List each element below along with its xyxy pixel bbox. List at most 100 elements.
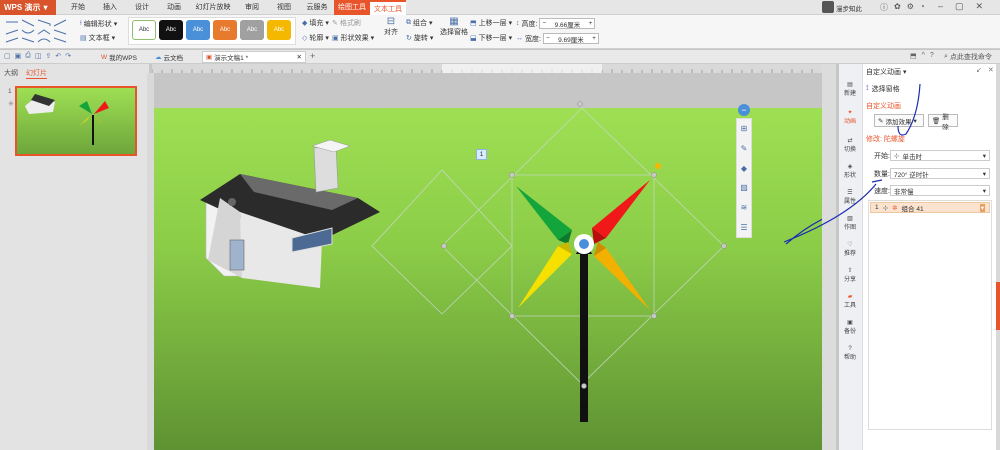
search-icon: ⌕ xyxy=(944,53,948,60)
edit-shape-icon: ⟊ xyxy=(80,20,82,27)
decrement-icon[interactable]: − xyxy=(542,20,546,27)
align-button[interactable]: ⊟ 对齐 xyxy=(384,16,398,37)
fill-bucket-icon[interactable]: ◆ xyxy=(741,164,747,173)
rotation-handle[interactable] xyxy=(655,163,661,169)
width-field[interactable]: − 9.69厘米 + xyxy=(542,33,599,44)
group-label: 组合 xyxy=(413,20,427,27)
house-image[interactable] xyxy=(200,139,380,288)
collapse-icon[interactable]: ^ xyxy=(922,52,925,60)
outline-icon: ◇ xyxy=(302,35,308,42)
brush-icon: ✎ xyxy=(332,20,338,27)
height-field[interactable]: − 9.66厘米 + xyxy=(539,18,596,29)
presentation-icon: ▣ xyxy=(206,54,213,61)
doc-tab-cloud[interactable]: ☁ 云文档 xyxy=(152,51,186,63)
fill-button[interactable]: ◆ 填充 ▾ xyxy=(302,18,329,28)
tab-drawing-tools[interactable]: 绘图工具 xyxy=(334,0,370,15)
text-box-button[interactable]: ▤ 文本框 ▾ xyxy=(80,33,115,43)
animation-order-badge[interactable]: 1 xyxy=(476,149,487,160)
doc-tab-label: 我的WPS xyxy=(109,55,137,62)
settings-icon[interactable]: ⚙ xyxy=(907,2,914,13)
tab-slides[interactable]: 幻灯片 xyxy=(26,68,47,79)
preview-icon[interactable]: ◫ xyxy=(35,52,42,60)
pin-icon[interactable]: ⬒ xyxy=(910,52,917,60)
increment-icon[interactable]: + xyxy=(589,20,593,27)
doc-tab-presentation[interactable]: ▣ 演示文稿1 * ✕ xyxy=(202,51,306,63)
minimize-icon[interactable]: – xyxy=(938,1,943,12)
align-label: 对齐 xyxy=(384,29,398,36)
tab-text-tools[interactable]: 文本工具 xyxy=(370,0,406,15)
sidebar-item-tools[interactable]: ▰ 工具 xyxy=(838,288,862,314)
add-tab-icon[interactable]: + xyxy=(310,51,315,61)
ruler-ticks xyxy=(151,64,813,73)
maximize-icon[interactable]: ▢ xyxy=(955,1,964,12)
tab-design[interactable]: 设计 xyxy=(126,0,158,15)
slide-thumbnail[interactable] xyxy=(15,86,137,156)
format-painter-button[interactable]: ✎ 格式刷 xyxy=(332,18,361,28)
send-backward-button[interactable]: ⬓ 下移一层 ▾ xyxy=(470,33,512,43)
edge-expand-tab[interactable] xyxy=(996,282,1000,330)
close-icon[interactable]: ✕ xyxy=(976,1,984,12)
tab-view[interactable]: 视图 xyxy=(268,0,300,15)
increment-icon[interactable]: + xyxy=(592,35,596,42)
bring-forward-label: 上移一层 xyxy=(478,20,507,27)
sidebar-item-share[interactable]: ⇧ 分享 xyxy=(838,262,862,288)
undo-icon[interactable]: ↶ xyxy=(55,52,61,60)
app-menu-button[interactable]: WPS 演示 ▾ xyxy=(0,0,56,15)
shape-gallery[interactable] xyxy=(4,18,76,46)
edit-shape-button[interactable]: ⟊ 编辑形状 ▾ xyxy=(80,19,117,29)
skin-icon[interactable]: ✿ xyxy=(894,2,901,13)
new-icon[interactable]: ▢ xyxy=(4,52,11,60)
selection-pane-button[interactable]: ▦ 选择窗格 xyxy=(440,16,468,37)
bring-forward-button[interactable]: ⬒ 上移一层 ▾ xyxy=(470,18,512,28)
sidebar-item-help[interactable]: ? 帮助 xyxy=(838,340,862,366)
tab-start[interactable]: 开始 xyxy=(62,0,94,15)
collapse-toolbar-icon[interactable]: − xyxy=(738,104,750,116)
style-black[interactable]: Abc xyxy=(159,20,183,40)
panel-close-icon[interactable]: ✕ xyxy=(988,66,994,74)
close-tab-icon[interactable]: ✕ xyxy=(297,53,302,61)
print-icon[interactable]: ⎙ xyxy=(25,52,31,60)
doc-tab-my-wps[interactable]: W 我的WPS xyxy=(98,51,140,63)
avatar[interactable] xyxy=(822,1,834,13)
fill-label: 填充 xyxy=(309,20,324,27)
tab-outline[interactable]: 大纲 xyxy=(4,68,18,78)
style-gray[interactable]: Abc xyxy=(240,20,264,40)
layers-icon[interactable]: ≋ xyxy=(741,203,748,212)
search-command[interactable]: ⌕ 点此查找命令 xyxy=(944,52,992,62)
align-icon: ⊟ xyxy=(386,16,396,27)
selection-frame[interactable] xyxy=(371,107,725,385)
sidebar-label: 备份 xyxy=(843,329,856,335)
rotate-label: 旋转 xyxy=(413,35,428,42)
shape-effects-button[interactable]: ▣ 形状效果 ▾ xyxy=(332,33,374,43)
export-icon[interactable]: ⇪ xyxy=(45,52,51,60)
style-blue[interactable]: Abc xyxy=(186,20,210,40)
user-icon[interactable]: ◔ xyxy=(920,2,925,13)
redo-icon[interactable]: ↷ xyxy=(65,52,71,60)
tab-slideshow[interactable]: 幻灯片放映 xyxy=(190,0,236,15)
style-orange[interactable]: Abc xyxy=(213,20,237,40)
layout-icon[interactable]: ⊞ xyxy=(741,124,748,133)
height-field-group: ↕ 高度: − 9.66厘米 + xyxy=(516,18,596,29)
chevron-down-icon: ▾ xyxy=(508,20,513,27)
outline-button[interactable]: ◇ 轮廓 ▾ xyxy=(302,33,329,43)
style-white[interactable]: Abc xyxy=(132,20,156,40)
tab-animation[interactable]: 动画 xyxy=(158,0,190,15)
help-icon[interactable]: ? xyxy=(930,52,934,60)
user-name[interactable]: 漫步知此 xyxy=(836,3,862,13)
decrement-icon[interactable]: − xyxy=(546,35,550,42)
tab-cloud[interactable]: 云服务 xyxy=(300,0,334,15)
panel-pin-icon[interactable]: ↙ xyxy=(976,66,982,74)
tab-review[interactable]: 审阅 xyxy=(236,0,268,15)
group-button[interactable]: ⧉ 组合 ▾ xyxy=(406,18,433,28)
tab-insert[interactable]: 插入 xyxy=(94,0,126,15)
info-icon[interactable]: ⓘ xyxy=(880,2,888,13)
image-icon[interactable]: ▨ xyxy=(740,183,748,192)
text-wrap-icon[interactable]: ☰ xyxy=(740,223,747,232)
floating-toolbar: ⊞ ✎ ◆ ▨ ≋ ☰ xyxy=(736,118,752,238)
rotate-button[interactable]: ↻ 旋转 ▾ xyxy=(406,33,433,43)
style-gold[interactable]: Abc xyxy=(267,20,291,40)
horizontal-ruler xyxy=(151,64,822,73)
edit-icon[interactable]: ✎ xyxy=(741,144,748,153)
save-icon[interactable]: ▣ xyxy=(15,52,22,60)
sidebar-item-backup[interactable]: ▣ 备份 xyxy=(838,314,862,340)
